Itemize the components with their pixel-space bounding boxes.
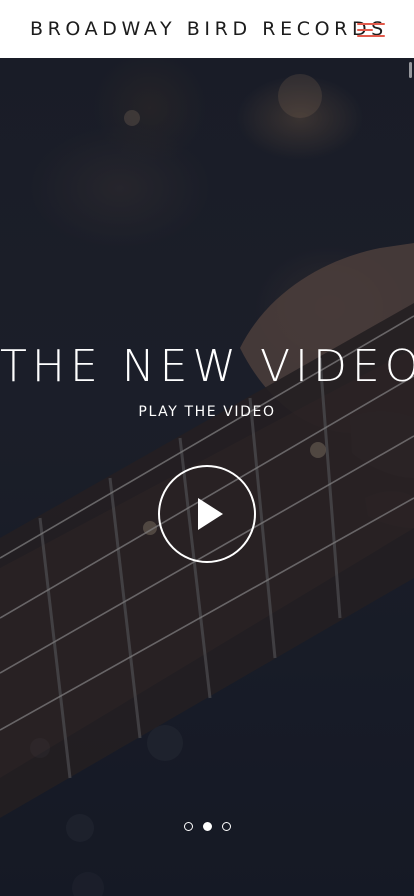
hero-title: THE NEW VIDEO (0, 341, 414, 392)
slider-dot-1[interactable] (183, 822, 193, 831)
hamburger-menu-icon[interactable] (357, 21, 385, 39)
slider-dot-2[interactable] (202, 822, 212, 831)
play-icon (198, 498, 223, 530)
play-button[interactable] (158, 465, 256, 563)
slider-dot-3[interactable] (221, 822, 231, 831)
scrollbar[interactable] (409, 62, 412, 78)
site-header: BROADWAY BIRD RECORDS (0, 0, 414, 58)
hero-slider: THE NEW VIDEO PLAY THE VIDEO (0, 58, 414, 896)
site-brand[interactable]: BROADWAY BIRD RECORDS (30, 17, 388, 41)
slider-pagination (0, 822, 414, 834)
play-video-link[interactable]: PLAY THE VIDEO (0, 402, 414, 422)
